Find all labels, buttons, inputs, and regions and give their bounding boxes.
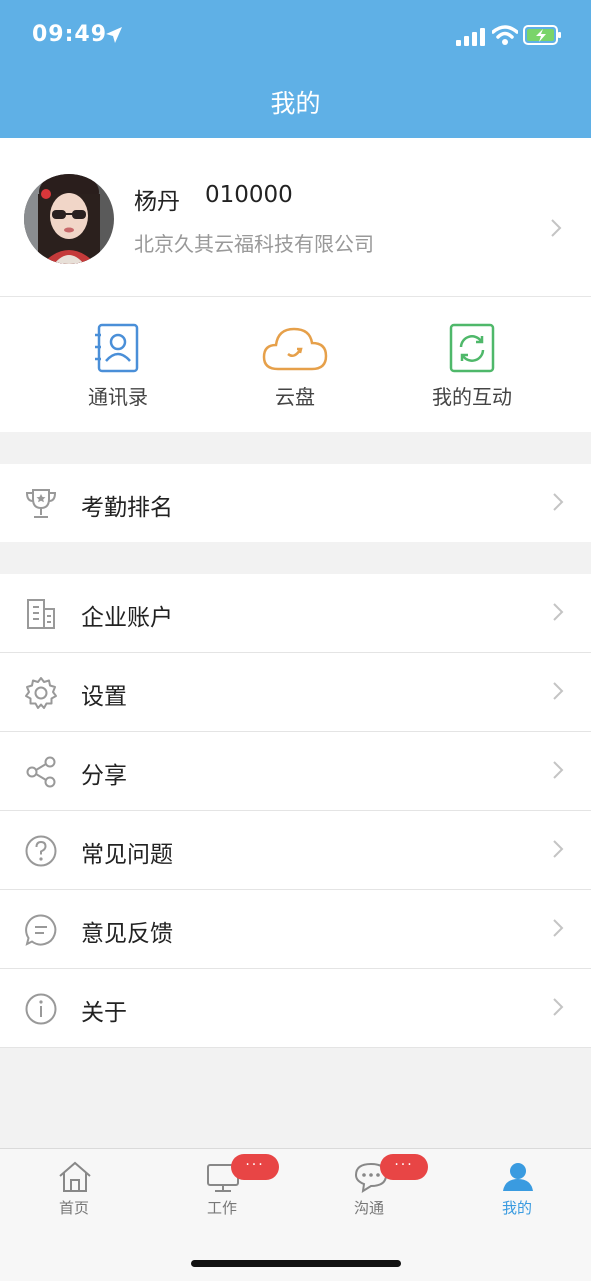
divider <box>0 1047 591 1048</box>
avatar[interactable] <box>24 174 114 264</box>
tab-mine[interactable]: 我的 <box>457 1149 577 1229</box>
menu-item-feedback[interactable]: 意见反馈 <box>0 890 591 968</box>
menu-item-share[interactable]: 分享 <box>0 732 591 810</box>
menu-item-enterprise-account[interactable]: 企业账户 <box>0 574 591 652</box>
chevron-right-icon <box>553 998 564 1016</box>
home-indicator[interactable] <box>191 1260 401 1267</box>
menu-item-label: 意见反馈 <box>81 921 173 947</box>
feedback-icon <box>25 914 57 946</box>
menu-item-label: 考勤排名 <box>81 495 173 521</box>
contacts-icon <box>95 323 139 373</box>
chevron-right-icon <box>553 840 564 858</box>
menu-item-label: 关于 <box>81 1000 127 1026</box>
chevron-right-icon <box>553 493 564 511</box>
battery-charging-icon <box>523 25 561 45</box>
chevron-right-icon <box>553 682 564 700</box>
quick-actions: 通讯录 云盘 我的互动 <box>0 297 591 432</box>
info-icon <box>25 993 57 1025</box>
chevron-right-icon <box>553 919 564 937</box>
tab-label: 工作 <box>206 1199 237 1217</box>
building-icon <box>27 599 55 629</box>
quick-action-label: 通讯录 <box>88 385 148 409</box>
menu-item-attendance[interactable]: 考勤排名 <box>0 464 591 542</box>
question-icon <box>25 835 57 867</box>
location-arrow-icon <box>106 27 122 43</box>
cellular-signal-icon <box>456 28 485 46</box>
menu-item-about[interactable]: 关于 <box>0 969 591 1047</box>
notification-badge: ··· <box>231 1154 279 1180</box>
chevron-right-icon <box>551 219 562 237</box>
trophy-icon <box>25 489 57 518</box>
tab-label: 我的 <box>501 1199 532 1217</box>
quick-action-label: 我的互动 <box>432 385 512 409</box>
menu-item-label: 常见问题 <box>81 842 173 868</box>
page-title: 我的 <box>270 89 321 118</box>
gear-icon <box>25 677 57 709</box>
user-icon <box>503 1163 533 1191</box>
menu-item-faq[interactable]: 常见问题 <box>0 811 591 889</box>
wifi-icon <box>492 25 518 45</box>
quick-action-cloud[interactable]: 云盘 <box>205 297 385 432</box>
menu-item-label: 分享 <box>81 763 127 789</box>
quick-action-contacts[interactable]: 通讯录 <box>28 297 208 432</box>
tab-label: 沟通 <box>353 1199 384 1217</box>
quick-action-label: 云盘 <box>275 385 315 409</box>
chevron-right-icon <box>553 603 564 621</box>
tab-home[interactable]: 首页 <box>14 1149 134 1229</box>
avatar-image <box>24 174 114 264</box>
profile-card[interactable]: 杨丹 010000 北京久其云福科技有限公司 <box>0 138 591 297</box>
home-icon <box>59 1161 91 1192</box>
tab-label: 首页 <box>58 1199 89 1217</box>
notification-badge: ··· <box>380 1154 428 1180</box>
chevron-right-icon <box>553 761 564 779</box>
user-company: 北京久其云福科技有限公司 <box>134 232 374 256</box>
refresh-icon <box>449 323 495 373</box>
cloud-icon <box>262 327 328 371</box>
menu-item-label: 设置 <box>81 684 127 710</box>
header-bar: 09:49 我的 <box>0 0 591 138</box>
user-id: 010000 <box>205 182 293 208</box>
user-name: 杨丹 <box>134 189 180 215</box>
status-time: 09:49 <box>32 22 108 47</box>
quick-action-interaction[interactable]: 我的互动 <box>382 297 562 432</box>
menu-item-label: 企业账户 <box>81 605 173 631</box>
menu-item-settings[interactable]: 设置 <box>0 653 591 731</box>
share-icon <box>26 756 56 788</box>
